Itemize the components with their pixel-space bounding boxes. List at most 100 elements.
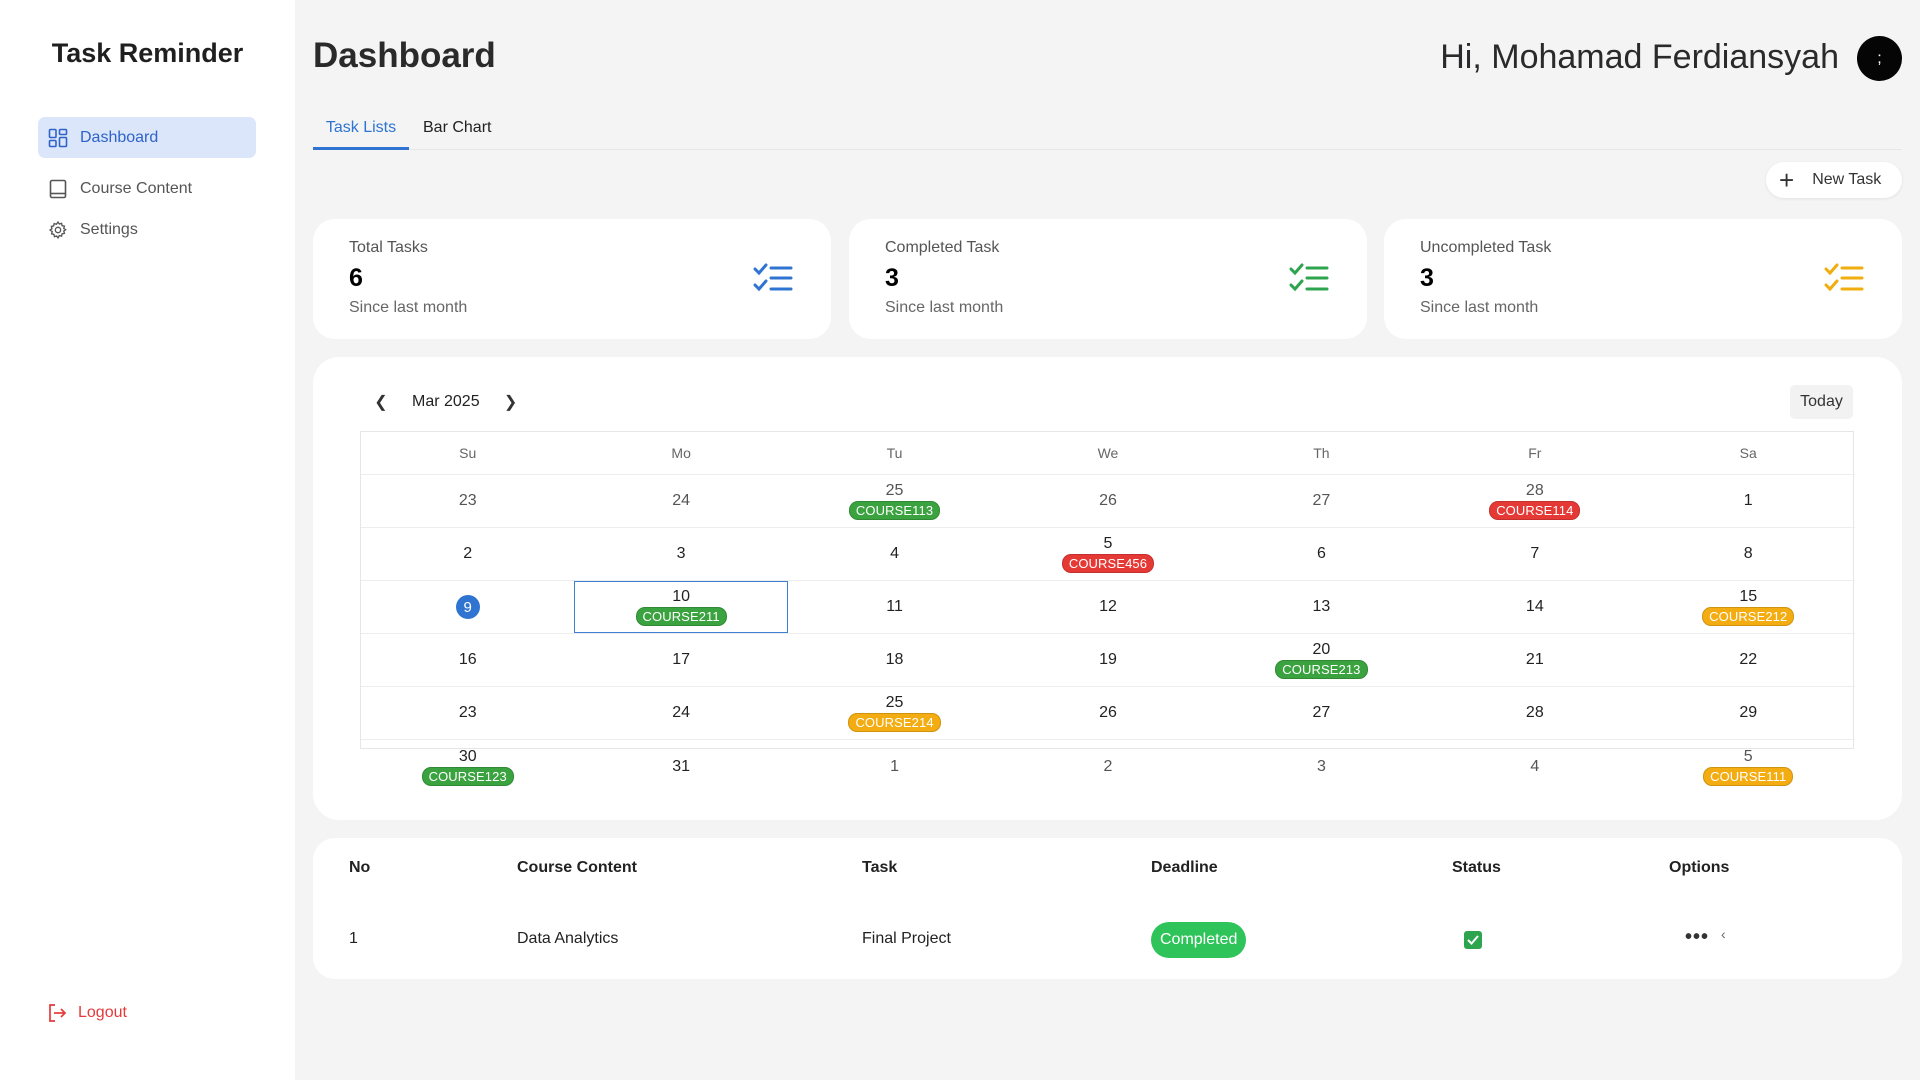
logout-button[interactable]: Logout [46, 1002, 127, 1024]
calendar-day-cell[interactable]: 8 [1642, 528, 1855, 580]
day-number: 24 [672, 492, 691, 509]
expand-row-icon[interactable]: ‹ [1721, 926, 1726, 942]
sidebar-item-course-content[interactable]: Course Content [38, 168, 256, 209]
task-table: No Course Content Task Deadline Status O… [313, 838, 1902, 979]
stat-label: Completed Task [885, 239, 1000, 256]
day-number: 2 [463, 545, 473, 562]
calendar-day-cell[interactable]: 29 [1642, 687, 1855, 739]
day-number: 16 [458, 651, 477, 668]
today-date: 9 [455, 595, 480, 619]
tab-task-lists[interactable]: Task Lists [313, 112, 409, 150]
calendar-day-cell[interactable]: 1 [788, 740, 1001, 793]
weekday-label: We [1097, 445, 1119, 461]
logout-icon [46, 1002, 68, 1024]
calendar-day-cell[interactable]: 15 COURSE212 [1642, 581, 1855, 633]
calendar-day-cell[interactable]: 10 COURSE211 [574, 581, 788, 633]
calendar-day-cell[interactable]: 24 [574, 475, 787, 527]
new-task-button[interactable]: + New Task [1766, 162, 1902, 198]
calendar-week-row: 23 24 25 COURSE113 26 27 28 COURSE114 1 [361, 475, 1855, 528]
calendar-day-cell[interactable]: 25 COURSE214 [788, 687, 1001, 739]
calendar-day-cell[interactable]: 30 COURSE123 [361, 740, 574, 793]
calendar-grid: Su Mo Tu We Th Fr Sa 23 24 25 COURSE113 26 27 28 COUR… [360, 431, 1855, 786]
day-number: 5 [1743, 747, 1753, 765]
calendar-day-cell[interactable]: 5 COURSE456 [1001, 528, 1214, 580]
chevron-right-icon[interactable]: ❯ [500, 392, 522, 412]
tab-bar-chart[interactable]: Bar Chart [423, 112, 491, 150]
calendar-day-cell[interactable]: 31 [574, 740, 787, 793]
calendar-day-cell[interactable]: 4 [788, 528, 1001, 580]
calendar-day-cell[interactable]: 19 [1001, 634, 1214, 686]
calendar-day-cell[interactable]: 27 [1215, 475, 1428, 527]
column-header-deadline: Deadline [1151, 859, 1218, 876]
more-options-icon[interactable]: ••• [1685, 926, 1709, 949]
calendar-day-cell[interactable]: 23 [361, 475, 574, 527]
stat-subtext: Since last month [1420, 299, 1539, 316]
weekday-label: Sa [1739, 445, 1757, 461]
course-badge[interactable]: COURSE213 [1275, 660, 1368, 679]
day-number: 1 [890, 757, 899, 775]
cell-no: 1 [349, 930, 358, 947]
calendar-day-cell[interactable]: 18 [788, 634, 1001, 686]
sidebar-item-label: Settings [80, 220, 138, 238]
calendar-day-cell[interactable]: 13 [1215, 581, 1428, 633]
day-number: 23 [458, 704, 477, 721]
day-number: 28 [1525, 482, 1544, 499]
calendar-day-cell[interactable]: 23 [361, 687, 574, 739]
calendar-day-cell[interactable]: 21 [1428, 634, 1641, 686]
course-badge[interactable]: COURSE123 [421, 766, 514, 786]
calendar-day-cell[interactable]: 14 [1428, 581, 1641, 633]
stat-card-completed: Completed Task 3 Since last month [849, 219, 1367, 339]
calendar-day-cell[interactable]: 17 [574, 634, 787, 686]
day-number: 31 [672, 757, 691, 775]
calendar-day-cell[interactable]: 3 [574, 528, 787, 580]
calendar-day-cell[interactable]: 4 [1428, 740, 1641, 793]
calendar-day-cell[interactable]: 26 [1001, 687, 1214, 739]
day-number: 17 [672, 651, 691, 668]
gear-icon [47, 219, 69, 241]
calendar-day-cell[interactable]: 12 [1001, 581, 1214, 633]
day-number: 4 [890, 545, 899, 562]
calendar-day-cell[interactable]: 28 COURSE114 [1428, 475, 1641, 527]
course-badge[interactable]: COURSE212 [1702, 607, 1795, 626]
course-badge[interactable]: COURSE114 [1489, 501, 1581, 520]
weekday-label: Fr [1528, 445, 1542, 461]
stat-card-uncompleted: Uncompleted Task 3 Since last month [1384, 219, 1902, 339]
sidebar-item-settings[interactable]: Settings [38, 209, 256, 250]
calendar-day-cell[interactable]: 16 [361, 634, 574, 686]
sidebar-item-dashboard[interactable]: Dashboard [38, 117, 256, 158]
calendar-day-cell[interactable]: 7 [1428, 528, 1641, 580]
course-badge[interactable]: COURSE113 [848, 501, 941, 520]
weekday-label: Th [1313, 445, 1330, 461]
status-checkbox[interactable] [1464, 931, 1482, 949]
calendar-day-cell[interactable]: 25 COURSE113 [788, 475, 1001, 527]
course-badge[interactable]: COURSE211 [635, 607, 727, 626]
calendar-day-cell[interactable]: 24 [574, 687, 787, 739]
calendar-day-cell[interactable]: 2 [361, 528, 574, 580]
course-badge[interactable]: COURSE214 [848, 713, 941, 732]
calendar-day-cell[interactable]: 1 [1642, 475, 1855, 527]
stat-subtext: Since last month [885, 299, 1004, 316]
calendar-day-cell[interactable]: 26 [1001, 475, 1214, 527]
calendar-day-cell[interactable]: 28 [1428, 687, 1641, 739]
stat-value: 6 [349, 264, 363, 292]
calendar-week-row: 23 24 25 COURSE214 26 27 28 29 [361, 687, 1855, 740]
calendar-day-cell[interactable]: 5 COURSE111 [1642, 740, 1855, 793]
calendar-day-cell[interactable]: 9 [361, 581, 574, 633]
checklist-icon [753, 263, 793, 292]
day-number: 15 [1739, 588, 1758, 605]
calendar-day-cell[interactable]: 27 [1215, 687, 1428, 739]
today-button[interactable]: Today [1790, 385, 1853, 419]
calendar-day-cell[interactable]: 11 [788, 581, 1001, 633]
calendar-day-cell[interactable]: 20 COURSE213 [1215, 634, 1428, 686]
day-number: 11 [886, 598, 903, 615]
chevron-left-icon[interactable]: ❮ [370, 392, 392, 412]
course-badge[interactable]: COURSE111 [1703, 766, 1794, 786]
calendar-day-cell[interactable]: 2 [1001, 740, 1214, 793]
calendar-day-cell[interactable]: 22 [1642, 634, 1855, 686]
weekday-label: Tu [886, 445, 903, 461]
avatar[interactable]: ; [1857, 36, 1902, 81]
course-badge[interactable]: COURSE456 [1061, 554, 1155, 573]
calendar-day-cell[interactable]: 3 [1215, 740, 1428, 793]
calendar-day-cell[interactable]: 6 [1215, 528, 1428, 580]
tab-bar: Task Lists Bar Chart [313, 112, 1902, 150]
